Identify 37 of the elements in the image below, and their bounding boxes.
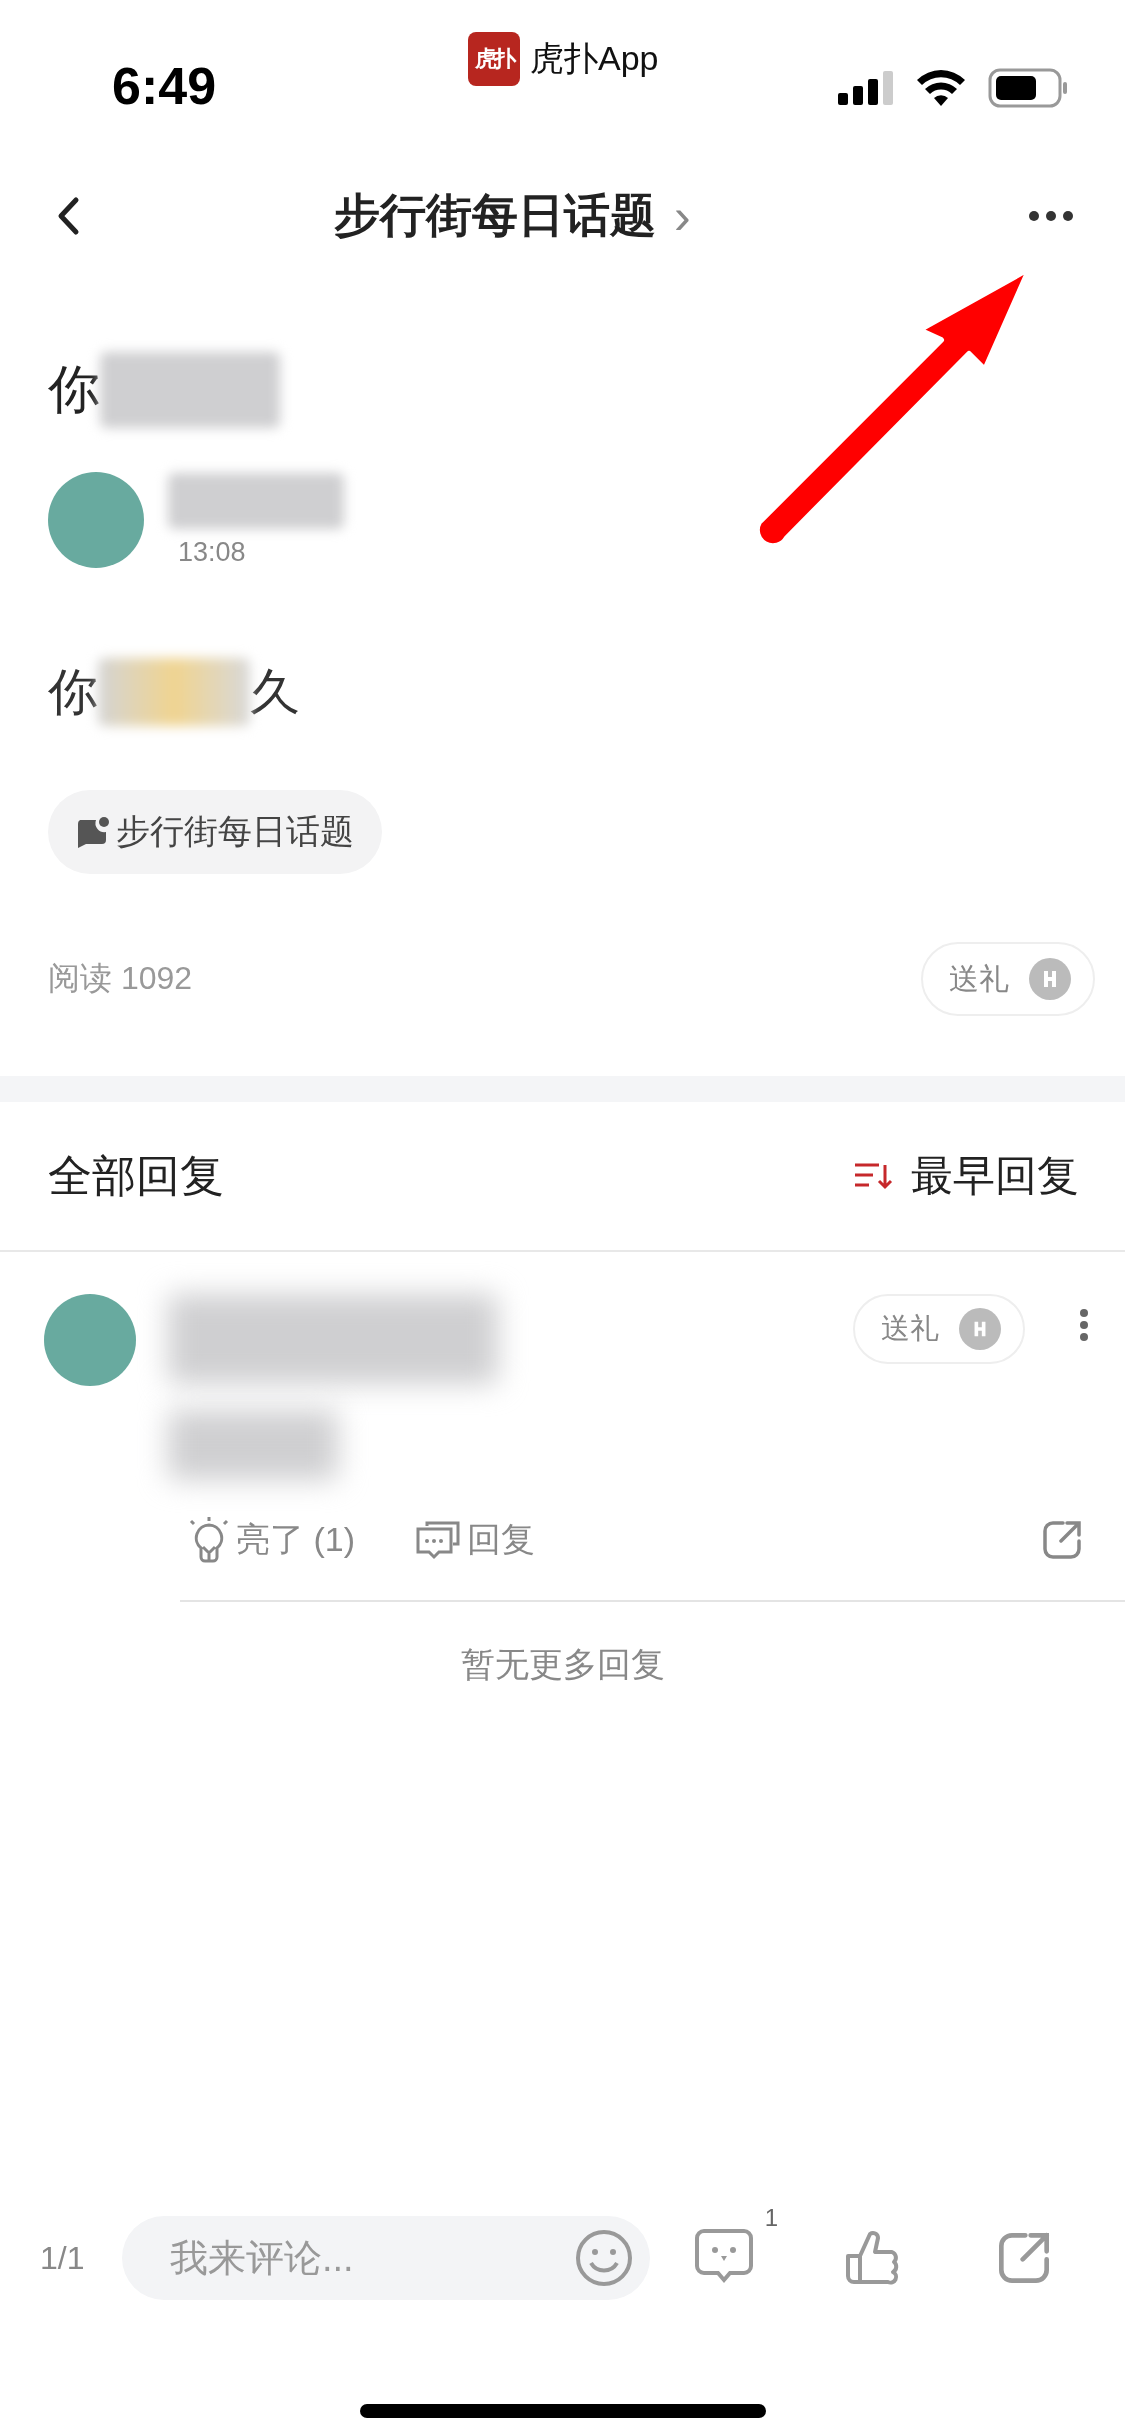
status-time: 6:49 bbox=[112, 56, 217, 116]
emoji-icon[interactable] bbox=[574, 2228, 634, 2288]
topic-icon bbox=[76, 816, 110, 848]
reply-button[interactable]: 回复 bbox=[415, 1517, 535, 1563]
battery-icon bbox=[988, 68, 1068, 108]
comment-count: 1 bbox=[764, 2204, 778, 2232]
wifi-icon bbox=[916, 70, 966, 106]
app-logo: 虎扑 bbox=[468, 32, 520, 86]
coin-icon bbox=[1029, 958, 1071, 1000]
end-note: 暂无更多回复 bbox=[460, 1644, 665, 1685]
lightbulb-icon bbox=[188, 1517, 230, 1563]
post-body: 久 bbox=[250, 662, 300, 722]
post-title: 你 bbox=[48, 359, 100, 420]
gift-button[interactable]: 送礼 bbox=[921, 942, 1095, 1016]
more-icon[interactable] bbox=[1028, 210, 1074, 222]
signal-icon bbox=[838, 71, 894, 105]
sort-button[interactable]: 最早回复 bbox=[853, 1148, 1079, 1204]
comment-icon[interactable] bbox=[694, 2228, 754, 2284]
comment-field[interactable]: 我来评论... bbox=[122, 2216, 650, 2300]
section-heading: 全部回复 bbox=[48, 1149, 224, 1202]
post-time: 13:08 bbox=[177, 536, 247, 568]
chat-bubbles-icon bbox=[415, 1520, 461, 1560]
share-icon[interactable] bbox=[1041, 1519, 1083, 1561]
read-count: 阅读 1092 bbox=[48, 959, 193, 998]
topic-title[interactable]: 步行街每日话题 bbox=[334, 185, 656, 247]
sort-icon bbox=[853, 1161, 893, 1191]
more-icon[interactable] bbox=[1079, 1308, 1089, 1342]
share-icon[interactable] bbox=[996, 2230, 1052, 2286]
page-indicator: 1/1 bbox=[40, 2239, 86, 2277]
post-body: 你 bbox=[48, 662, 98, 722]
light-button[interactable]: 亮了 (1) bbox=[188, 1517, 355, 1563]
app-name: 虎扑App bbox=[530, 38, 659, 79]
gift-button[interactable]: 送礼 bbox=[853, 1294, 1025, 1364]
coin-icon bbox=[959, 1308, 1001, 1350]
topic-chip[interactable]: 步行街每日话题 bbox=[48, 790, 382, 874]
chevron-glyph: › bbox=[674, 187, 691, 245]
back-icon[interactable] bbox=[56, 196, 80, 236]
